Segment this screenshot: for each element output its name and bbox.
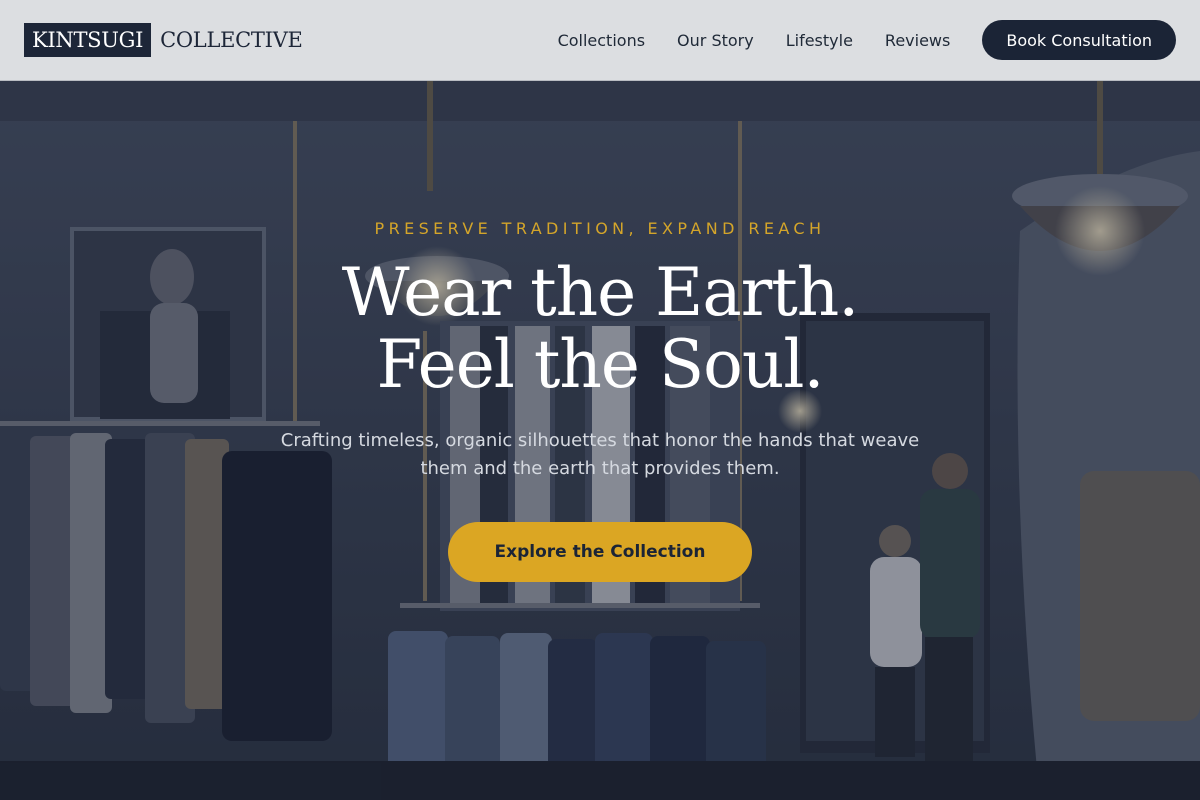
logo-boxed-text: KINTSUGI bbox=[24, 23, 152, 57]
explore-collection-button[interactable]: Explore the Collection bbox=[448, 522, 752, 582]
hero-section: PRESERVE TRADITION, EXPAND REACH Wear th… bbox=[0, 81, 1200, 800]
book-consultation-button[interactable]: Book Consultation bbox=[982, 20, 1176, 60]
hero-headline-line1: Wear the Earth. bbox=[341, 254, 860, 331]
logo-text: COLLECTIVE bbox=[160, 28, 303, 52]
hero-headline: Wear the Earth. Feel the Soul. bbox=[0, 257, 1200, 401]
nav-link-reviews[interactable]: Reviews bbox=[885, 31, 950, 50]
nav-link-lifestyle[interactable]: Lifestyle bbox=[786, 31, 853, 50]
hero-subtext: Crafting timeless, organic silhouettes t… bbox=[280, 430, 920, 479]
hero-eyebrow: PRESERVE TRADITION, EXPAND REACH bbox=[374, 219, 826, 238]
main-nav: Collections Our Story Lifestyle Reviews bbox=[558, 31, 951, 50]
brand-logo[interactable]: KINTSUGI COLLECTIVE bbox=[24, 23, 303, 57]
nav-link-our-story[interactable]: Our Story bbox=[677, 31, 754, 50]
site-header: KINTSUGI COLLECTIVE Collections Our Stor… bbox=[0, 0, 1200, 81]
nav-link-collections[interactable]: Collections bbox=[558, 31, 645, 50]
hero-headline-line2: Feel the Soul. bbox=[376, 326, 824, 403]
